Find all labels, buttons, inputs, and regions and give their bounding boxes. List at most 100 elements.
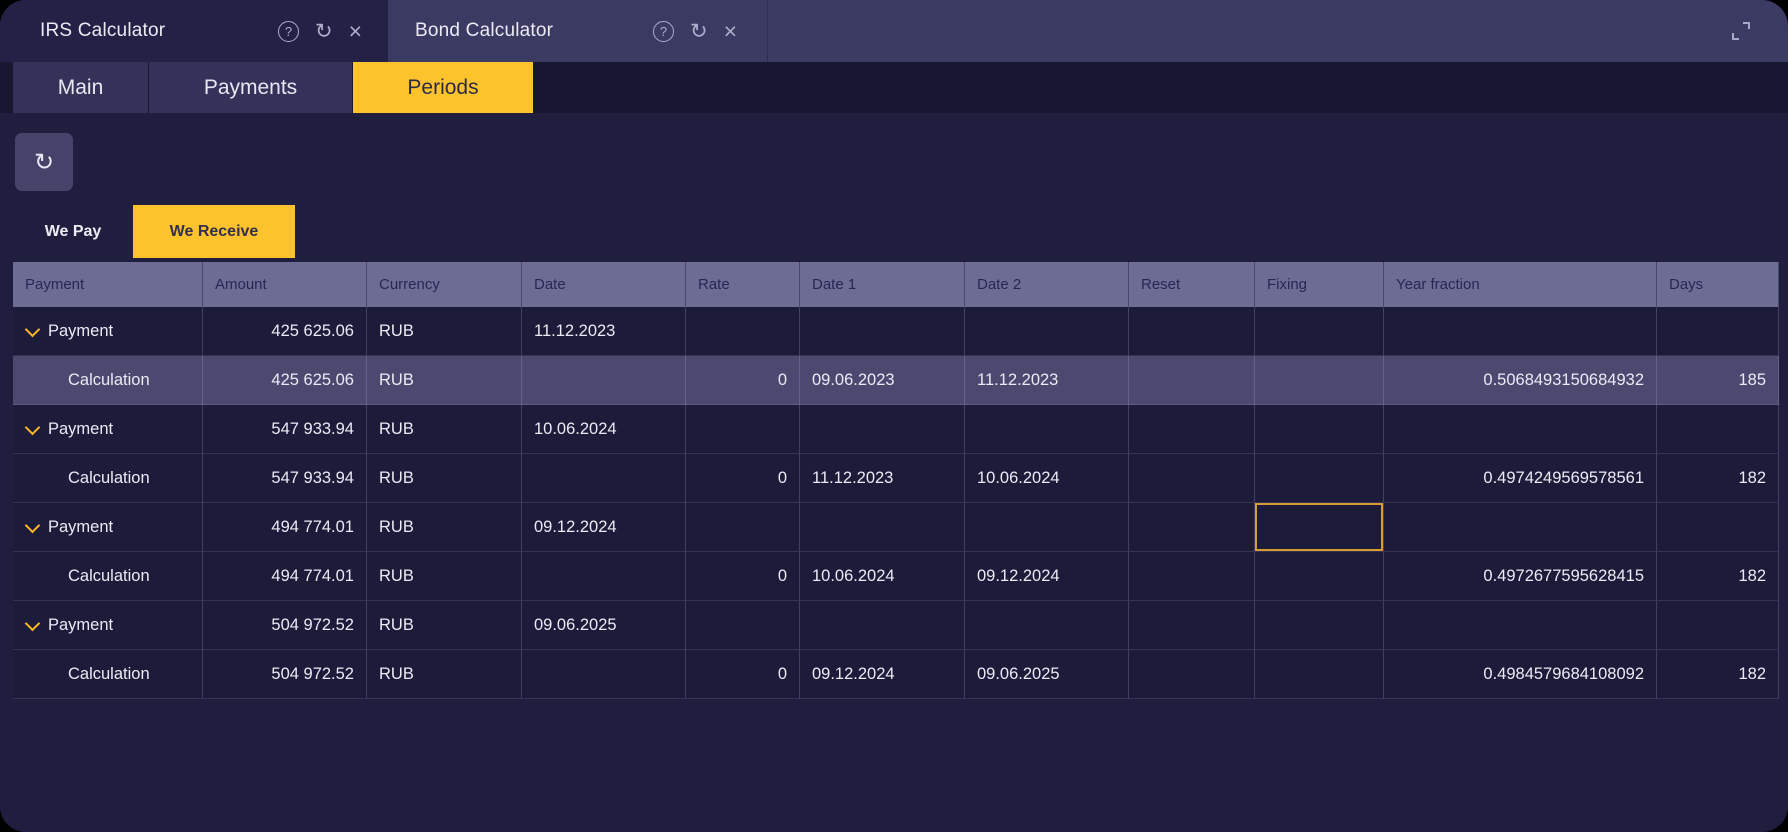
rate-cell[interactable]: 0	[686, 650, 800, 699]
help-icon[interactable]: ?	[653, 21, 674, 42]
window-tab-irs-calculator[interactable]: IRS Calculator ? ↻ ×	[0, 0, 388, 62]
date1-cell[interactable]	[800, 405, 965, 454]
date-cell[interactable]: 09.06.2025	[522, 601, 686, 650]
days-cell[interactable]: 182	[1657, 552, 1779, 601]
date-cell[interactable]: 09.12.2024	[522, 503, 686, 552]
table-row-payment[interactable]: Payment 494 774.01 RUB 09.12.2024	[13, 503, 1779, 552]
amount-cell[interactable]: 504 972.52	[203, 601, 367, 650]
reset-cell[interactable]	[1129, 307, 1255, 356]
date2-cell[interactable]	[965, 405, 1129, 454]
currency-cell[interactable]: RUB	[367, 601, 522, 650]
amount-cell[interactable]: 547 933.94	[203, 454, 367, 503]
year-fraction-cell[interactable]	[1384, 307, 1657, 356]
date2-cell[interactable]: 09.12.2024	[965, 552, 1129, 601]
refresh-icon[interactable]: ↻	[315, 21, 333, 42]
rate-cell[interactable]	[686, 601, 800, 650]
chevron-down-icon[interactable]	[25, 615, 41, 631]
fixing-cell[interactable]	[1255, 650, 1384, 699]
date-cell[interactable]: 10.06.2024	[522, 405, 686, 454]
tab-periods[interactable]: Periods	[353, 62, 533, 113]
chevron-down-icon[interactable]	[25, 321, 41, 337]
rate-cell[interactable]: 0	[686, 356, 800, 405]
date2-cell[interactable]	[965, 503, 1129, 552]
year-fraction-cell[interactable]: 0.4972677595628415	[1384, 552, 1657, 601]
days-cell[interactable]	[1657, 307, 1779, 356]
close-icon[interactable]: ×	[349, 21, 362, 42]
amount-cell[interactable]: 494 774.01	[203, 503, 367, 552]
date-cell[interactable]	[522, 356, 686, 405]
table-row-calculation[interactable]: Calculation 547 933.94 RUB 0 11.12.2023 …	[13, 454, 1779, 503]
payment-cell[interactable]: Payment	[13, 405, 203, 454]
table-row-calculation[interactable]: Calculation 494 774.01 RUB 0 10.06.2024 …	[13, 552, 1779, 601]
amount-cell[interactable]: 494 774.01	[203, 552, 367, 601]
payment-cell[interactable]: Payment	[13, 307, 203, 356]
date-cell[interactable]	[522, 650, 686, 699]
table-row-payment[interactable]: Payment 504 972.52 RUB 09.06.2025	[13, 601, 1779, 650]
close-icon[interactable]: ×	[724, 21, 737, 42]
payment-cell[interactable]: Calculation	[13, 454, 203, 503]
table-row-calculation-selected[interactable]: Calculation 425 625.06 RUB 0 09.06.2023 …	[13, 356, 1779, 405]
reset-cell[interactable]	[1129, 650, 1255, 699]
tab-we-pay[interactable]: We Pay	[13, 205, 133, 258]
date-cell[interactable]: 11.12.2023	[522, 307, 686, 356]
amount-cell[interactable]: 547 933.94	[203, 405, 367, 454]
date2-cell[interactable]: 10.06.2024	[965, 454, 1129, 503]
column-header-days[interactable]: Days	[1657, 262, 1779, 307]
rate-cell[interactable]	[686, 405, 800, 454]
tab-we-receive[interactable]: We Receive	[133, 205, 295, 258]
chevron-down-icon[interactable]	[25, 517, 41, 533]
reset-cell[interactable]	[1129, 601, 1255, 650]
fixing-cell[interactable]	[1255, 454, 1384, 503]
reset-cell[interactable]	[1129, 503, 1255, 552]
tab-payments[interactable]: Payments	[149, 62, 352, 113]
refresh-icon[interactable]: ↻	[690, 21, 708, 42]
currency-cell[interactable]: RUB	[367, 650, 522, 699]
window-tab-bond-calculator[interactable]: Bond Calculator ? ↻ ×	[388, 0, 768, 62]
rate-cell[interactable]: 0	[686, 552, 800, 601]
year-fraction-cell[interactable]	[1384, 601, 1657, 650]
rate-cell[interactable]	[686, 503, 800, 552]
table-row-payment[interactable]: Payment 547 933.94 RUB 10.06.2024	[13, 405, 1779, 454]
days-cell[interactable]	[1657, 503, 1779, 552]
refresh-button[interactable]: ↻	[15, 133, 73, 191]
date2-cell[interactable]: 11.12.2023	[965, 356, 1129, 405]
column-header-fixing[interactable]: Fixing	[1255, 262, 1384, 307]
column-header-amount[interactable]: Amount	[203, 262, 367, 307]
payment-cell[interactable]: Payment	[13, 503, 203, 552]
column-header-date[interactable]: Date	[522, 262, 686, 307]
fixing-cell[interactable]	[1255, 552, 1384, 601]
days-cell[interactable]	[1657, 601, 1779, 650]
date2-cell[interactable]	[965, 307, 1129, 356]
date2-cell[interactable]: 09.06.2025	[965, 650, 1129, 699]
column-header-rate[interactable]: Rate	[686, 262, 800, 307]
rate-cell[interactable]: 0	[686, 454, 800, 503]
date1-cell[interactable]: 10.06.2024	[800, 552, 965, 601]
date1-cell[interactable]: 09.12.2024	[800, 650, 965, 699]
days-cell[interactable]: 185	[1657, 356, 1779, 405]
payment-cell[interactable]: Calculation	[13, 356, 203, 405]
days-cell[interactable]: 182	[1657, 650, 1779, 699]
date-cell[interactable]	[522, 454, 686, 503]
year-fraction-cell[interactable]: 0.5068493150684932	[1384, 356, 1657, 405]
payment-cell[interactable]: Payment	[13, 601, 203, 650]
amount-cell[interactable]: 504 972.52	[203, 650, 367, 699]
currency-cell[interactable]: RUB	[367, 503, 522, 552]
chevron-down-icon[interactable]	[25, 419, 41, 435]
amount-cell[interactable]: 425 625.06	[203, 356, 367, 405]
currency-cell[interactable]: RUB	[367, 356, 522, 405]
date-cell[interactable]	[522, 552, 686, 601]
table-row-calculation[interactable]: Calculation 504 972.52 RUB 0 09.12.2024 …	[13, 650, 1779, 699]
reset-cell[interactable]	[1129, 405, 1255, 454]
fixing-cell[interactable]	[1255, 405, 1384, 454]
reset-cell[interactable]	[1129, 454, 1255, 503]
help-icon[interactable]: ?	[278, 21, 299, 42]
column-header-year-fraction[interactable]: Year fraction	[1384, 262, 1657, 307]
amount-cell[interactable]: 425 625.06	[203, 307, 367, 356]
rate-cell[interactable]	[686, 307, 800, 356]
currency-cell[interactable]: RUB	[367, 454, 522, 503]
days-cell[interactable]	[1657, 405, 1779, 454]
currency-cell[interactable]: RUB	[367, 307, 522, 356]
column-header-currency[interactable]: Currency	[367, 262, 522, 307]
date1-cell[interactable]	[800, 307, 965, 356]
date2-cell[interactable]	[965, 601, 1129, 650]
